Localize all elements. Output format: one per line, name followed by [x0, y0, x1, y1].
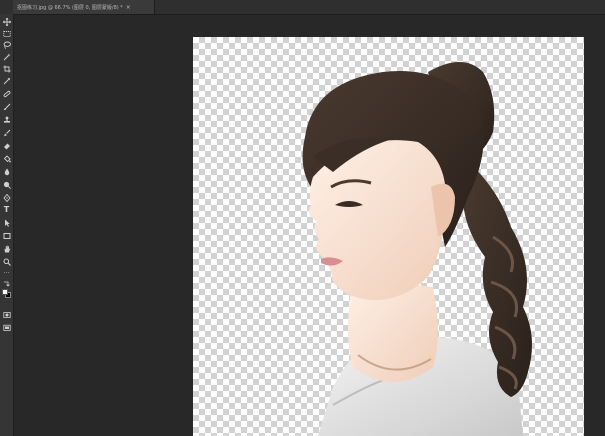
crop-icon[interactable] — [2, 64, 11, 73]
close-icon[interactable]: × — [126, 4, 131, 11]
foreground-color-swatch[interactable] — [2, 289, 8, 295]
type-icon[interactable]: T — [2, 205, 11, 214]
document-canvas[interactable] — [193, 37, 584, 436]
more-icon[interactable]: ··· — [2, 269, 11, 278]
lasso-icon[interactable] — [2, 40, 11, 49]
arrow-icon[interactable] — [2, 218, 11, 227]
pen-icon[interactable] — [2, 193, 11, 202]
hand-icon[interactable] — [2, 244, 11, 253]
rectangle-icon[interactable] — [2, 231, 11, 240]
tools-panel: T ··· — [0, 14, 14, 436]
move-icon[interactable] — [2, 17, 11, 26]
brush-icon[interactable] — [2, 102, 11, 111]
screen-mode-icon[interactable] — [2, 323, 11, 332]
swap-colors-icon[interactable] — [2, 279, 11, 288]
zoom-icon[interactable] — [2, 257, 11, 266]
dodge-icon[interactable] — [2, 180, 11, 189]
bucket-icon[interactable] — [2, 154, 11, 163]
marquee-icon[interactable] — [2, 29, 11, 38]
eyedropper-icon[interactable] — [2, 76, 11, 85]
wand-icon[interactable] — [2, 52, 11, 61]
document-tab[interactable]: 抠图练习.jpg @ 66.7% (图层 0, 图层蒙版/8) * × — [13, 0, 155, 14]
eraser-icon[interactable] — [2, 141, 11, 150]
history-brush-icon[interactable] — [2, 128, 11, 137]
drop-icon[interactable] — [2, 167, 11, 176]
stamp-icon[interactable] — [2, 115, 11, 124]
cutout-portrait — [302, 62, 532, 436]
bandage-icon[interactable] — [2, 89, 11, 98]
document-tab-title: 抠图练习.jpg @ 66.7% (图层 0, 图层蒙版/8) * — [17, 4, 123, 11]
quick-mask-icon[interactable] — [2, 310, 11, 319]
document-tab-bar: 抠图练习.jpg @ 66.7% (图层 0, 图层蒙版/8) * × — [0, 0, 605, 15]
